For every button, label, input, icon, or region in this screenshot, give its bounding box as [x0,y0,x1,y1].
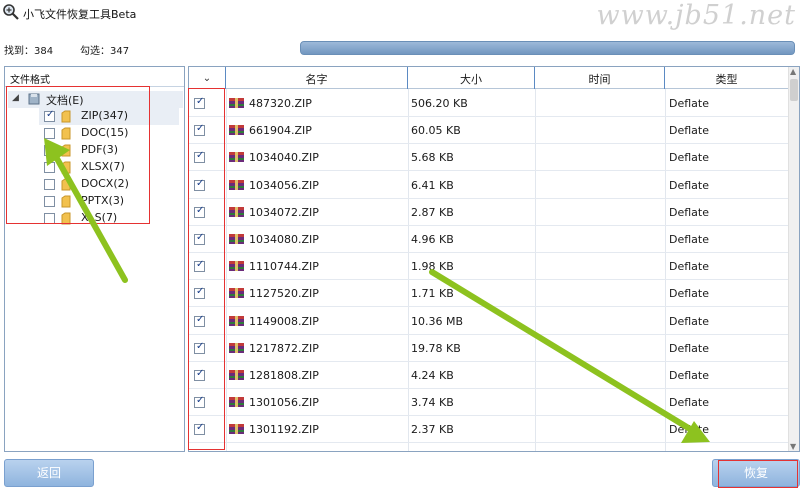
file-name-cell: 1149008.ZIP [249,314,319,328]
grid-header: ⌄ 名字 大小 时间 类型 [189,67,799,89]
title-bar: 小飞文件恢复工具Beta www.jb51.net [0,0,800,31]
file-size-cell: 506.20 KB [411,97,468,110]
file-size-cell: 6.41 KB [411,178,454,192]
table-row[interactable]: 1149008.ZIP 10.36 MB Deflate [189,308,789,335]
file-size-cell: 60.05 KB [411,124,461,138]
table-row[interactable]: 487320.ZIP 506.20 KB Deflate [189,90,789,117]
file-type-cell: Deflate [669,341,709,355]
file-size-cell: 3.74 KB [411,396,454,410]
file-type-cell: Deflate [669,151,709,165]
zip-archive-icon [229,424,244,435]
file-name-cell: 1127520.ZIP [249,287,319,301]
watermark: www.jb51.net [596,0,796,31]
annotation-box-tree [6,86,150,224]
file-name-cell: 1281808.ZIP [249,369,319,382]
table-row[interactable]: 661904.ZIP 60.05 KB Deflate [189,117,789,145]
annotation-box-checkboxes [188,88,225,450]
zip-archive-icon [229,370,244,380]
scan-progress-bar [300,41,795,55]
zip-archive-icon [229,234,244,244]
file-name-cell: 1034072.ZIP [249,205,319,219]
file-size-cell: 1.98 KB [411,260,454,274]
window-title: 小飞文件恢复工具Beta [23,8,137,21]
zip-archive-icon [229,179,244,190]
table-row[interactable]: 1034072.ZIP 2.87 KB Deflate [189,199,789,226]
file-type-cell: Deflate [669,423,709,437]
table-row[interactable]: 1281808.ZIP 4.24 KB Deflate [189,362,789,389]
file-type-cell: Deflate [669,205,709,219]
zip-archive-icon [229,315,244,326]
file-size-cell: 4.96 KB [411,233,454,246]
file-list-grid: ⌄ 名字 大小 时间 类型 487320.ZIP 506.20 KB Deflate… [188,66,800,452]
zip-archive-icon [229,288,244,299]
table-row[interactable]: 1301192.ZIP 2.37 KB Deflate [189,416,789,444]
file-size-cell: 19.78 KB [411,341,461,355]
magnifier-icon [3,4,19,20]
file-name-cell: 1034040.ZIP [249,151,319,165]
table-row[interactable]: 1110744.ZIP 1.98 KB Deflate [189,253,789,281]
zip-archive-icon [229,342,244,353]
file-type-cell: Deflate [669,233,709,246]
file-size-cell: 1.71 KB [411,287,454,301]
scroll-up-icon[interactable]: ▲ [790,67,796,76]
found-count: 找到：384 [4,46,54,57]
file-name-cell: 661904.ZIP [249,124,312,138]
zip-archive-icon [229,206,244,217]
column-header-type[interactable]: 类型 [665,67,789,89]
file-size-cell: 10.36 MB [411,314,464,328]
file-name-cell: 1110744.ZIP [249,260,319,274]
column-header-size[interactable]: 大小 [408,67,535,89]
zip-archive-icon [229,397,244,408]
scroll-thumb[interactable] [790,79,798,101]
zip-archive-icon [229,152,244,163]
file-type-cell: Deflate [669,287,709,301]
zip-archive-icon [229,125,244,136]
annotation-box-recover [718,460,798,488]
file-name-cell: 1034056.ZIP [249,178,319,192]
file-size-cell: 5.68 KB [411,151,454,165]
file-type-cell: Deflate [669,314,709,328]
zip-archive-icon [229,98,244,108]
file-type-cell: Deflate [669,124,709,138]
table-row[interactable]: 1034056.ZIP 6.41 KB Deflate [189,172,789,199]
file-type-cell: Deflate [669,97,709,110]
file-name-cell: 1034080.ZIP [249,233,319,246]
progress-fill [301,42,794,54]
table-row[interactable]: 1127520.ZIP 1.71 KB Deflate [189,280,789,308]
table-row[interactable]: 1301056.ZIP 3.74 KB Deflate [189,389,789,417]
file-name-cell: 1217872.ZIP [249,341,319,355]
file-size-cell: 2.87 KB [411,205,454,219]
back-button[interactable]: 返回 [4,459,94,487]
file-type-cell: Deflate [669,178,709,192]
file-type-cell: Deflate [669,369,709,382]
file-name-cell: 487320.ZIP [249,97,312,110]
table-row[interactable]: 1217872.ZIP 19.78 KB Deflate [189,335,789,362]
column-header-time[interactable]: 时间 [535,67,665,89]
file-type-cell: Deflate [669,260,709,274]
file-name-cell: 1301192.ZIP [249,423,319,437]
table-row[interactable]: 1034040.ZIP 5.68 KB Deflate [189,144,789,172]
checked-count: 勾选：347 [80,46,130,57]
table-row[interactable]: 1034080.ZIP 4.96 KB Deflate [189,226,789,253]
file-size-cell: 4.24 KB [411,369,454,382]
scroll-down-icon[interactable]: ▼ [790,442,796,451]
file-name-cell: 1301056.ZIP [249,396,319,410]
chevron-down-icon[interactable]: ⌄ [203,73,211,84]
vertical-scrollbar[interactable]: ▲ ▼ [788,67,799,451]
zip-archive-icon [229,261,244,272]
select-all-column[interactable]: ⌄ [189,67,226,89]
tree-header: 文件格式 [5,67,184,87]
file-type-cell: Deflate [669,396,709,410]
column-header-name[interactable]: 名字 [226,67,408,89]
file-size-cell: 2.37 KB [411,423,454,437]
